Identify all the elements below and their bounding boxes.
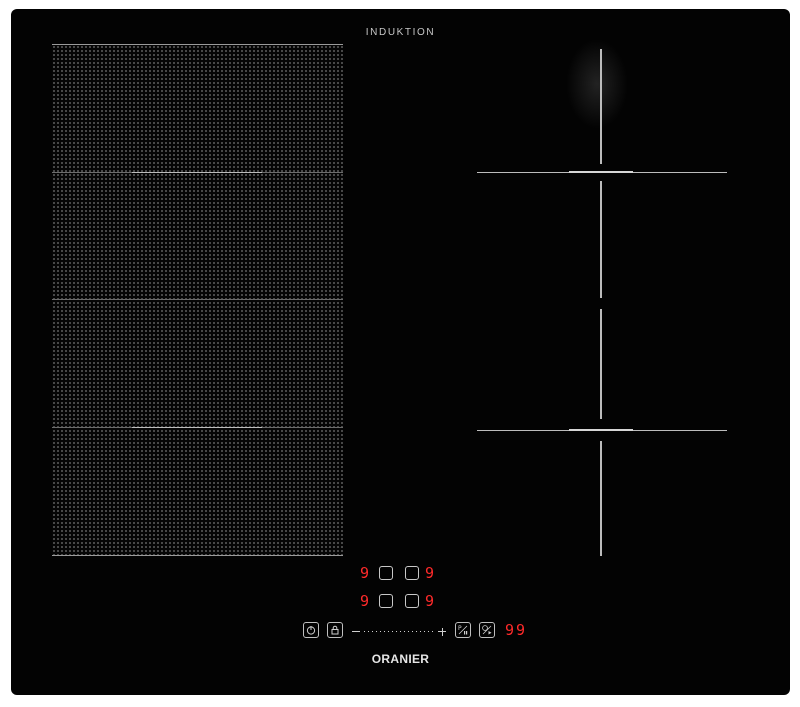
rear-right-level-display: 9 — [425, 564, 435, 582]
slider-track[interactable] — [364, 631, 436, 632]
rear-right-zone-button[interactable] — [405, 566, 419, 580]
timer-display: 99 — [505, 621, 528, 639]
flex-zone-divider — [52, 299, 343, 300]
brand-logo: ORANIER — [371, 652, 430, 666]
pause-icon: P — [458, 625, 468, 635]
induction-cooktop-panel: INDUKTION 9 9 9 9 P 99 ORANIER — [11, 9, 790, 695]
front-left-zone-button[interactable] — [379, 594, 393, 608]
front-right-zone-button[interactable] — [405, 594, 419, 608]
child-lock-button[interactable] — [327, 622, 343, 638]
flex-cooking-zone — [52, 44, 343, 556]
rear-left-zone-button[interactable] — [379, 566, 393, 580]
timer-icon — [482, 625, 492, 635]
front-right-level-display: 9 — [425, 592, 435, 610]
power-level-slider[interactable] — [352, 627, 446, 636]
induction-label: INDUKTION — [365, 27, 436, 38]
front-left-level-display: 9 — [360, 592, 370, 610]
flex-zone-divider — [52, 427, 343, 428]
minus-icon — [352, 631, 360, 632]
pause-button[interactable]: P — [455, 622, 471, 638]
reflection-highlight — [566, 39, 628, 129]
power-icon — [306, 626, 316, 635]
rear-left-level-display: 9 — [360, 564, 370, 582]
timer-button[interactable] — [479, 622, 495, 638]
lock-icon — [331, 625, 339, 635]
power-button[interactable] — [303, 622, 319, 638]
svg-text:P: P — [458, 625, 462, 632]
flex-zone-divider — [52, 172, 343, 173]
